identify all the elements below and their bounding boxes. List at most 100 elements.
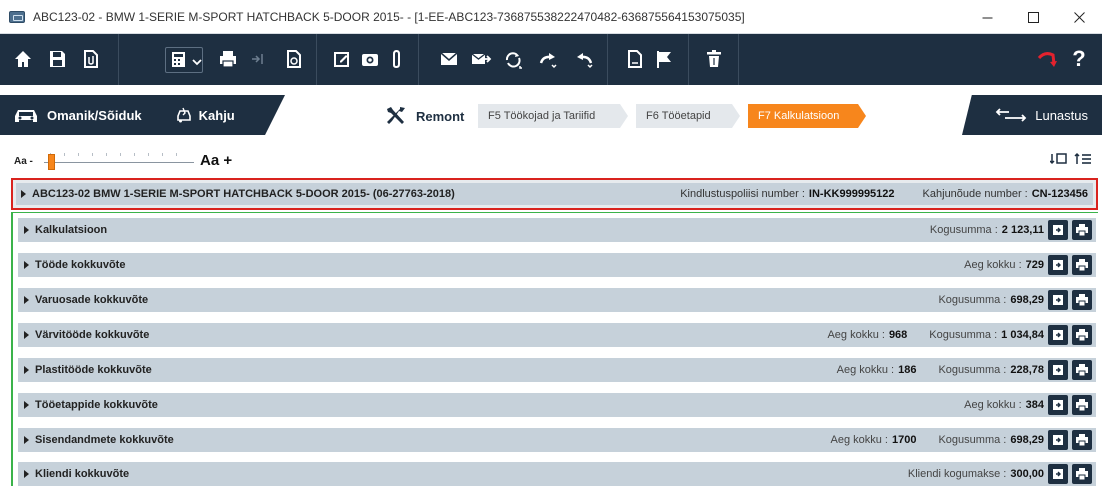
summary-row[interactable]: Tööde kokkuvõte Aeg kokku :729 [18,253,1096,277]
sort-list-icon[interactable] [1074,151,1092,167]
row-actions [1048,255,1092,275]
caret-right-icon [24,401,29,409]
summary-row[interactable]: Sisendandmete kokkuvõte Aeg kokku :1700 Ko… [18,428,1096,452]
font-increase-label[interactable]: Aa + [200,152,232,169]
tab-owner-label: Omanik/Sõiduk [47,107,142,123]
print-button[interactable] [1072,290,1092,310]
export-icon [1053,295,1063,305]
maximize-icon [1027,11,1039,23]
summary-row[interactable]: Varuosade kokkuvõte Kogusumma :698,29 [18,288,1096,312]
summary-row-left: Plastitööde kokkuvõte [24,358,152,382]
undo-icon[interactable] [571,45,597,73]
export-button[interactable] [1048,360,1068,380]
print-button[interactable] [1072,430,1092,450]
export-button[interactable] [1048,430,1068,450]
summary-row[interactable]: Plastitööde kokkuvõte Aeg kokku :186 Kogus… [18,358,1096,382]
summary-field-value: 729 [1025,259,1044,271]
summary-field: Aeg kokku :1700 [831,434,917,446]
summary-row[interactable]: Kalkulatsioon Kogusumma :2 123,11 [18,218,1096,242]
vehicle-header[interactable]: ABC123-02 BMW 1-SERIE M-SPORT HATCHBACK … [11,178,1098,210]
summary-field: Kogusumma :2 123,11 [930,224,1044,236]
mail-forward-icon[interactable] [468,45,494,73]
export-button[interactable] [1048,325,1068,345]
summary-row-title: Värvitööde kokkuvõte [35,329,150,341]
summary-field-value: 698,29 [1010,294,1044,306]
section-border-left [11,212,13,486]
redo-icon[interactable] [535,45,561,73]
summary-field: Kogusumma :228,78 [938,364,1044,376]
edit-icon[interactable] [329,45,355,73]
mail-icon[interactable] [436,45,462,73]
export-button[interactable] [1048,220,1068,240]
flag-icon[interactable] [651,45,677,73]
step-f5[interactable]: F5 Töökojad ja Tariifid [478,104,628,128]
print-icon[interactable] [215,45,241,73]
export-icon [1053,330,1063,340]
summary-row[interactable]: Tööetappide kokkuvõte Aeg kokku :384 [18,393,1096,417]
row-actions [1048,464,1092,484]
summary-row-values: Kogusumma :698,29 [938,288,1044,312]
document-icon[interactable] [621,45,647,73]
summary-row-left: Tööetappide kokkuvõte [24,393,158,417]
print-icon [1076,468,1088,481]
summary-field-label: Kogusumma : [938,294,1007,306]
refresh-doc-icon[interactable] [280,45,306,73]
expand-all-icon[interactable] [1050,151,1068,167]
print-button[interactable] [1072,395,1092,415]
export-button[interactable] [1048,395,1068,415]
tab-owner[interactable]: Omanik/Sõiduk [12,106,142,124]
attach-file-icon[interactable] [77,45,103,73]
print-button[interactable] [1072,464,1092,484]
summary-field: Kliendi kogumakse :300,00 [908,468,1044,480]
damage-car-icon [176,107,191,123]
export-icon [1053,365,1063,375]
summary-row[interactable]: Kliendi kokkuvõte Kliendi kogumakse :300,… [18,462,1096,486]
toolbar-separator [418,34,419,85]
export-button[interactable] [1048,290,1068,310]
font-decrease-label[interactable]: Aa - [14,156,33,167]
summary-field-value: 1 034,84 [1001,329,1044,341]
camera-icon[interactable] [357,45,383,73]
caret-right-icon [24,226,29,234]
caret-right-icon [24,366,29,374]
summary-field: Kogusumma :1 034,84 [929,329,1044,341]
print-icon [1076,364,1088,377]
print-button[interactable] [1072,255,1092,275]
print-button[interactable] [1072,325,1092,345]
print-icon [1076,434,1088,447]
summary-row-values: Aeg kokku :186 Kogusumma :228,78 [837,358,1044,382]
summary-field-label: Kogusumma : [929,329,998,341]
summary-field-label: Kliendi kogumakse : [907,468,1007,480]
trash-icon[interactable] [701,45,727,73]
back-red-icon[interactable] [1034,45,1060,73]
tab-lunastus[interactable]: Lunastus [962,95,1102,135]
summary-field: Aeg kokku :186 [837,364,917,376]
summary-row-title: Tööetappide kokkuvõte [35,399,158,411]
summary-row[interactable]: Värvitööde kokkuvõte Aeg kokku :968 Kogusu… [18,323,1096,347]
row-actions [1048,395,1092,415]
close-button[interactable] [1056,0,1102,34]
step-f6[interactable]: F6 Tööetapid [636,104,740,128]
minimize-button[interactable] [964,0,1010,34]
tab-remont[interactable]: Remont [384,104,464,128]
home-icon[interactable] [10,45,36,73]
font-size-slider[interactable] [44,162,194,163]
paperclip-icon[interactable] [383,45,409,73]
sync-icon[interactable] [500,45,526,73]
save-icon[interactable] [44,45,70,73]
print-button[interactable] [1072,360,1092,380]
export-button[interactable] [1048,255,1068,275]
font-size-slider-thumb[interactable] [48,154,55,170]
step-f7[interactable]: F7 Kalkulatsioon [748,104,866,128]
maximize-button[interactable] [1010,0,1056,34]
caret-right-icon [24,436,29,444]
export-button[interactable] [1048,464,1068,484]
tab-damage[interactable]: Kahju [174,106,235,124]
summary-field-value: 1700 [891,434,917,446]
claim-value: CN-123456 [1031,188,1088,200]
export-icon [1053,260,1063,270]
caret-right-icon [21,190,26,198]
help-icon[interactable]: ? [1066,45,1092,73]
summary-row-values: Kogusumma :2 123,11 [930,218,1044,242]
print-button[interactable] [1072,220,1092,240]
